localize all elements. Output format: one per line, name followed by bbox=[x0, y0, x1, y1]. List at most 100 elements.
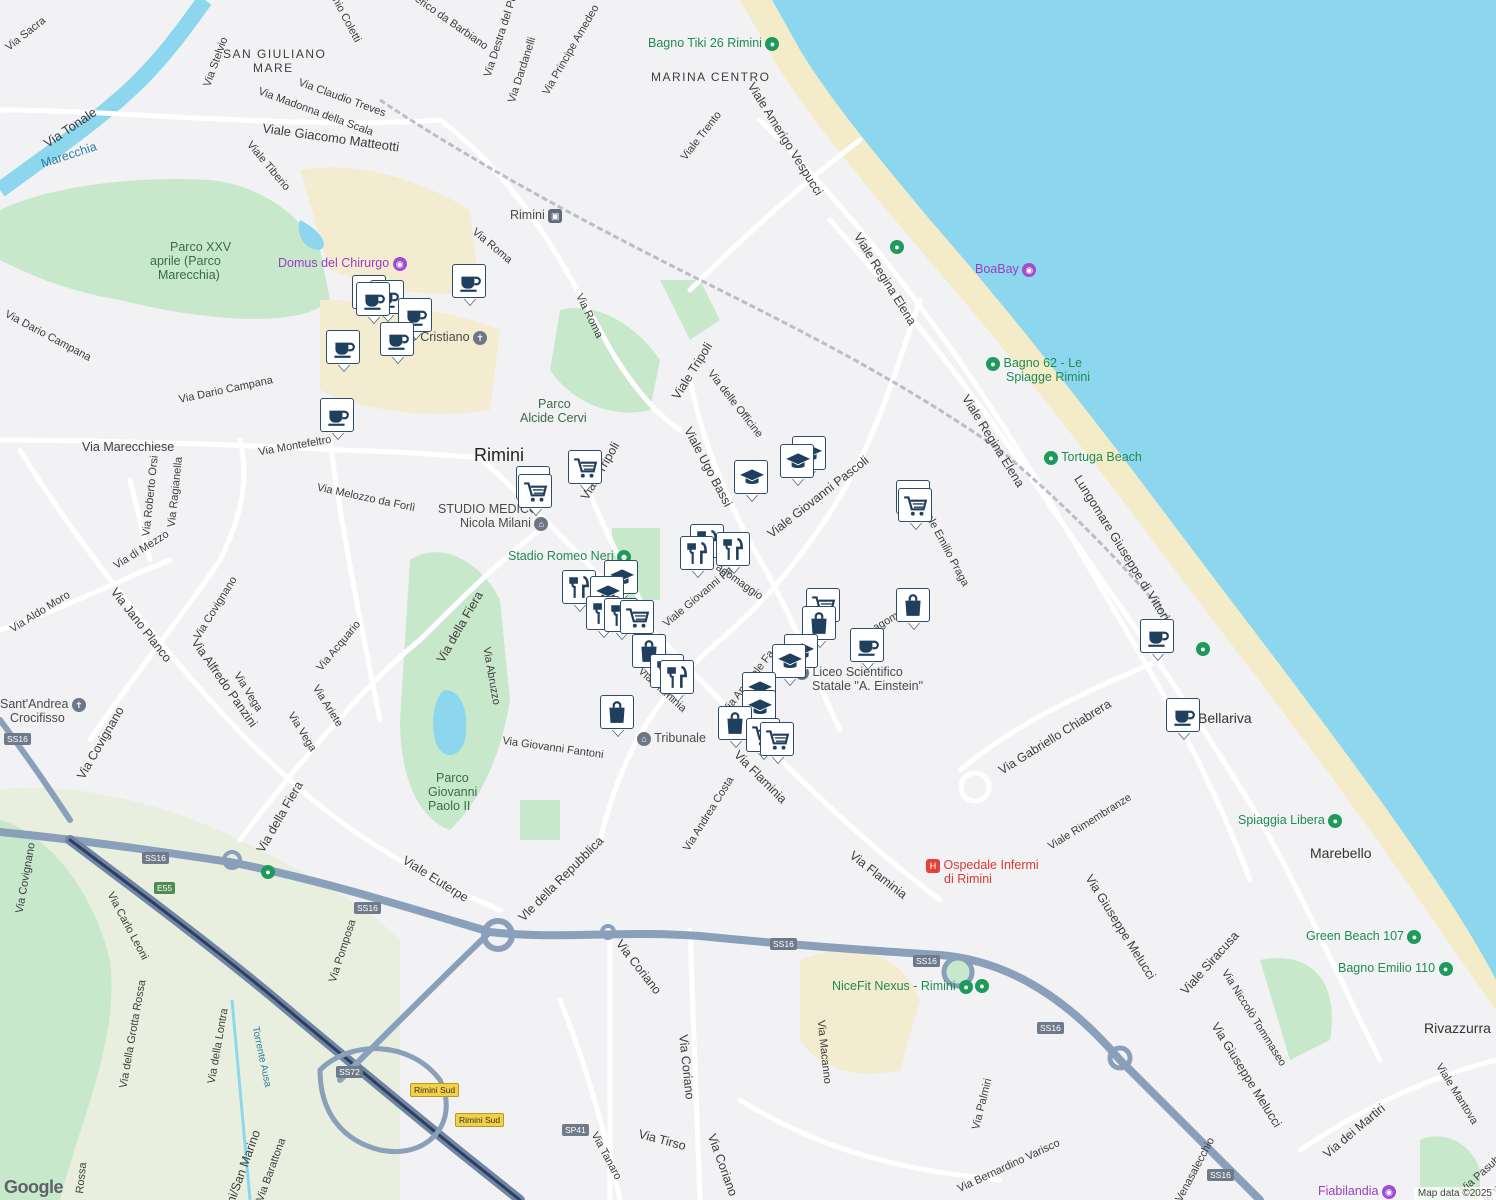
poi-marker-grocery[interactable] bbox=[568, 450, 602, 484]
poi-bagno-62-line2: Spiagge Rimini bbox=[1006, 370, 1091, 384]
hospital-icon: H bbox=[926, 858, 940, 873]
road-shield: SS16 bbox=[4, 733, 31, 745]
road-shield: SS16 bbox=[1037, 1022, 1064, 1034]
road-shield: SS16 bbox=[1207, 1169, 1234, 1181]
poi-nicola-milani[interactable]: Nicola Milani ⌂ bbox=[460, 516, 549, 531]
poi-fiabilandia[interactable]: Fiabilandia ◉ bbox=[1318, 1184, 1396, 1199]
park-label: Parco bbox=[436, 771, 469, 785]
poi-marker-cafe[interactable] bbox=[326, 330, 360, 364]
poi-sant-andrea-line2: Crocifisso bbox=[10, 711, 65, 725]
poi-bagno-emilio[interactable]: Bagno Emilio 110 ● bbox=[1338, 961, 1453, 976]
street-label: Via Marecchiese bbox=[82, 440, 175, 454]
poi-sant-andrea[interactable]: Sant'Andrea ✝ bbox=[0, 697, 86, 712]
road-shield: SS16 bbox=[354, 902, 381, 914]
pin-icon[interactable]: ● bbox=[261, 865, 275, 879]
poi-boabay[interactable]: BoaBay ◉ bbox=[975, 262, 1037, 277]
poi-marker-school[interactable] bbox=[772, 644, 806, 678]
poi-marker-restaurant[interactable] bbox=[716, 532, 750, 566]
road-shield: SS16 bbox=[913, 955, 940, 967]
fork-knife-icon bbox=[667, 665, 687, 688]
poi-marker-grocery[interactable] bbox=[518, 474, 552, 508]
poi-nicefit[interactable]: NiceFit Nexus - Rimini ● bbox=[832, 979, 974, 994]
coffee-cup-icon bbox=[334, 342, 355, 358]
park-label: Marecchia) bbox=[158, 268, 220, 282]
coffee-cup-icon bbox=[1174, 710, 1195, 726]
road-shield: SS16 bbox=[142, 852, 169, 864]
coffee-cup-icon bbox=[460, 276, 481, 292]
shopping-cart-icon bbox=[904, 496, 928, 516]
poi-marker-shop[interactable] bbox=[896, 588, 930, 622]
area-label: Marebello bbox=[1310, 845, 1372, 861]
poi-tribunale[interactable]: ⌂ Tribunale bbox=[637, 731, 706, 746]
poi-marker-cafe[interactable] bbox=[1140, 619, 1174, 653]
coffee-cup-icon bbox=[364, 294, 385, 310]
poi-marker-grocery[interactable] bbox=[620, 600, 654, 634]
shopping-cart-icon bbox=[574, 458, 598, 478]
coffee-cup-icon bbox=[858, 640, 879, 656]
poi-marker-cafe[interactable] bbox=[320, 398, 354, 432]
area-label: Rivazzurra bbox=[1424, 1020, 1491, 1036]
poi-marker-shop[interactable] bbox=[600, 695, 634, 729]
poi-marker-school[interactable] bbox=[780, 444, 814, 478]
camera-icon: ◉ bbox=[392, 256, 407, 271]
bank-icon: ⌂ bbox=[534, 516, 549, 531]
pin-icon[interactable]: ● bbox=[975, 979, 989, 993]
exit-label: Rimini Sud bbox=[455, 1113, 505, 1127]
poi-marker-cafe[interactable] bbox=[380, 322, 414, 356]
poi-marker-cafe[interactable] bbox=[1166, 698, 1200, 732]
poi-marker-grocery[interactable] bbox=[898, 488, 932, 522]
poi-green-beach[interactable]: Green Beach 107 ● bbox=[1306, 929, 1422, 944]
train-station-icon: ▣ bbox=[548, 208, 563, 223]
shopping-bag-icon bbox=[609, 701, 625, 723]
poi-bagno-tiki[interactable]: Bagno Tiki 26 Rimini ● bbox=[648, 36, 780, 51]
exit-label: Rimini Sud bbox=[410, 1083, 460, 1097]
poi-marker-grocery[interactable] bbox=[760, 722, 794, 756]
city-label: Rimini bbox=[474, 445, 525, 465]
poi-rimini-station[interactable]: Rimini ▣ bbox=[510, 208, 563, 223]
district-label: SAN GIULIANO bbox=[223, 47, 327, 61]
map-view[interactable]: SS16 SS16 SS16 SS16 SS16 SS16 SS16 E55 S… bbox=[0, 0, 1496, 1200]
shopping-cart-icon bbox=[626, 608, 650, 628]
shopping-bag-icon bbox=[727, 712, 743, 734]
poi-marker-cafe[interactable] bbox=[452, 264, 486, 298]
park-label: Giovanni bbox=[428, 785, 478, 799]
shopping-bag-icon bbox=[811, 612, 827, 634]
pin-icon: ● bbox=[959, 979, 974, 994]
google-logo: Google bbox=[4, 1177, 64, 1197]
map-attribution[interactable]: Map data ©2025 bbox=[1413, 1187, 1496, 1200]
church-icon: ✝ bbox=[71, 697, 86, 712]
poi-ospedale[interactable]: H Ospedale Infermi bbox=[926, 858, 1039, 873]
poi-marker-cafe[interactable] bbox=[356, 282, 390, 316]
area-label: Bellariva bbox=[1198, 710, 1252, 726]
poi-marker-restaurant[interactable] bbox=[680, 536, 714, 570]
road-shield: SS16 bbox=[770, 938, 797, 950]
poi-domus-chirurgo[interactable]: Domus del Chirurgo ◉ bbox=[278, 256, 407, 271]
poi-marker-restaurant[interactable] bbox=[660, 660, 694, 694]
poi-ospedale-line2: di Rimini bbox=[944, 872, 992, 886]
road-shield: SP41 bbox=[562, 1124, 589, 1136]
park-label: Parco XXV bbox=[170, 240, 232, 254]
park-label: Parco bbox=[538, 397, 571, 411]
pin-icon[interactable]: ● bbox=[890, 240, 904, 254]
camera-icon: ◉ bbox=[1022, 262, 1037, 277]
pin-icon: ● bbox=[1407, 929, 1422, 944]
poi-spiaggia-libera[interactable]: Spiaggia Libera ● bbox=[1238, 813, 1343, 828]
park-marecchia bbox=[0, 179, 330, 319]
pin-icon: ● bbox=[1438, 961, 1453, 976]
road-shield: E55 bbox=[154, 882, 176, 894]
coffee-cup-icon bbox=[1148, 631, 1169, 647]
poi-marker-school[interactable] bbox=[734, 460, 768, 494]
poi-tortuga-beach[interactable]: ● Tortuga Beach bbox=[1044, 450, 1142, 465]
graduation-cap-icon bbox=[740, 469, 764, 485]
poi-bagno-62[interactable]: ● Bagno 62 - Le bbox=[986, 356, 1082, 371]
road-shield: SS72 bbox=[336, 1066, 363, 1078]
pin-icon: ● bbox=[765, 36, 780, 51]
park-label: Alcide Cervi bbox=[520, 411, 587, 425]
fork-knife-icon bbox=[723, 537, 743, 560]
pin-icon[interactable]: ● bbox=[1196, 642, 1210, 656]
coffee-cup-icon bbox=[328, 410, 349, 426]
pin-icon: ● bbox=[1328, 813, 1343, 828]
pin-icon: ● bbox=[1044, 450, 1058, 465]
poi-marker-cafe[interactable] bbox=[850, 628, 884, 662]
shopping-bag-icon bbox=[905, 594, 921, 616]
